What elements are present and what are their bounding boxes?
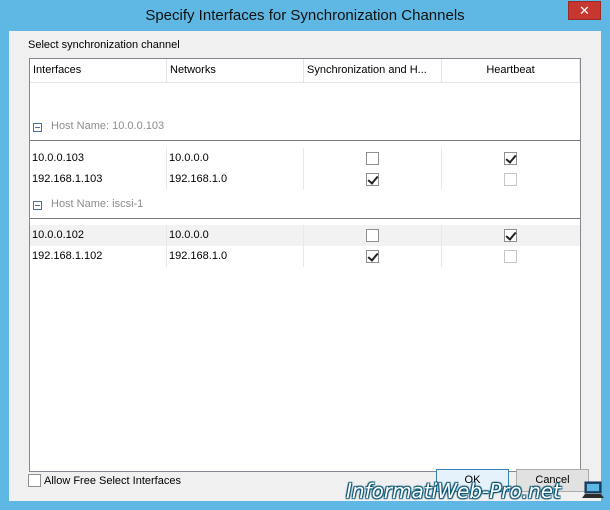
allow-free-select-option[interactable]: Allow Free Select Interfaces xyxy=(28,474,181,487)
group-row[interactable]: Host Name: 10.0.0.103 xyxy=(30,118,580,148)
sync-cell xyxy=(304,148,442,169)
heartbeat-cell xyxy=(442,246,580,267)
channels-grid[interactable]: Interfaces Networks Synchronization and … xyxy=(29,58,581,472)
sync-cell xyxy=(304,169,442,190)
heartbeat-checkbox[interactable] xyxy=(504,173,517,186)
interface-cell: 192.168.1.103 xyxy=(30,169,167,190)
table-row[interactable]: 10.0.0.102 10.0.0.0 xyxy=(30,225,580,246)
group-label: Host Name: iscsi-1 xyxy=(51,198,144,210)
network-cell: 192.168.1.0 xyxy=(167,169,304,190)
column-header-heartbeat[interactable]: Heartbeat xyxy=(442,59,580,82)
title-bar[interactable]: Specify Interfaces for Synchronization C… xyxy=(0,0,610,31)
sync-checkbox[interactable] xyxy=(366,173,379,186)
table-row[interactable]: 192.168.1.103 192.168.1.0 xyxy=(30,169,580,190)
collapse-icon[interactable] xyxy=(33,123,42,132)
table-row[interactable]: 192.168.1.102 192.168.1.0 xyxy=(30,246,580,267)
sync-checkbox[interactable] xyxy=(366,250,379,263)
group-divider xyxy=(30,140,580,141)
column-header-interfaces[interactable]: Interfaces xyxy=(30,59,167,82)
heartbeat-cell xyxy=(442,148,580,169)
sync-checkbox[interactable] xyxy=(366,229,379,242)
window-title: Specify Interfaces for Synchronization C… xyxy=(145,7,465,24)
sync-checkbox[interactable] xyxy=(366,152,379,165)
allow-free-select-label: Allow Free Select Interfaces xyxy=(44,474,181,487)
sync-cell xyxy=(304,246,442,267)
close-icon: ✕ xyxy=(579,2,590,18)
heartbeat-checkbox[interactable] xyxy=(504,250,517,263)
allow-free-select-checkbox[interactable] xyxy=(28,474,41,487)
group-row[interactable]: Host Name: iscsi-1 xyxy=(30,196,580,226)
dialog-client-area: Select synchronization channel Interface… xyxy=(9,31,601,501)
heartbeat-cell xyxy=(442,169,580,190)
column-header-networks[interactable]: Networks xyxy=(167,59,304,82)
laptop-icon xyxy=(582,481,604,498)
collapse-icon[interactable] xyxy=(33,201,42,210)
column-header-synchronization[interactable]: Synchronization and H... xyxy=(304,59,442,82)
dialog-window: Specify Interfaces for Synchronization C… xyxy=(0,0,610,510)
sync-cell xyxy=(304,225,442,246)
heartbeat-checkbox[interactable] xyxy=(504,229,517,242)
network-cell: 10.0.0.0 xyxy=(167,148,304,169)
heartbeat-cell xyxy=(442,225,580,246)
close-button[interactable]: ✕ xyxy=(568,1,601,20)
group-label: Host Name: 10.0.0.103 xyxy=(51,120,165,132)
interface-cell: 10.0.0.102 xyxy=(30,225,167,246)
watermark-text: InformatiWeb-Pro.net xyxy=(346,479,561,503)
heartbeat-checkbox[interactable] xyxy=(504,152,517,165)
grid-header: Interfaces Networks Synchronization and … xyxy=(30,59,580,83)
group-divider xyxy=(30,218,580,219)
interface-cell: 10.0.0.103 xyxy=(30,148,167,169)
network-cell: 192.168.1.0 xyxy=(167,246,304,267)
table-row[interactable]: 10.0.0.103 10.0.0.0 xyxy=(30,148,580,169)
interface-cell: 192.168.1.102 xyxy=(30,246,167,267)
network-cell: 10.0.0.0 xyxy=(167,225,304,246)
section-label: Select synchronization channel xyxy=(28,39,180,51)
